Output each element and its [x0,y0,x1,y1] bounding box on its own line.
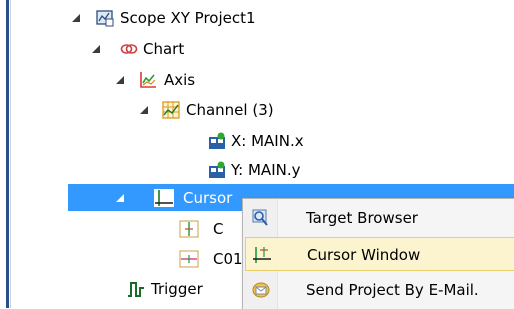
email-icon [251,281,271,299]
menu-item-target-browser[interactable]: Target Browser [245,201,514,235]
tree-node-channel[interactable]: Channel (3) [0,97,514,123]
tree-node-label: Chart [143,40,185,58]
menu-item-label: Send Project By E-Mail. [306,281,479,299]
menu-item-label: Target Browser [306,209,418,227]
tree-node-label: Scope XY Project1 [120,9,256,27]
chart-icon [120,40,138,58]
menu-item-send-project-email[interactable]: Send Project By E-Mail. [245,273,514,307]
cursor-x-icon [179,220,199,238]
tree-node-trigger[interactable]: Trigger [0,276,240,302]
collapse-arrow-icon[interactable] [115,67,127,93]
magnifier-icon [251,209,271,227]
tree-node-label: C [213,220,224,238]
cursor-y-icon [179,250,199,268]
collapse-arrow-icon[interactable] [115,185,127,211]
tree-node-label: Cursor [183,189,233,207]
context-menu: Target Browser Cursor Window Send Projec… [242,198,514,309]
tree-node-cursor-c01[interactable]: C01 [0,246,243,272]
axis-icon [139,71,157,89]
tree-node-y-variable[interactable]: Y: MAIN.y [0,157,514,183]
tree-node-axis[interactable]: Axis [0,67,514,93]
tree-node-label: Channel (3) [186,101,274,119]
collapse-arrow-icon[interactable] [139,97,151,123]
menu-item-label: Cursor Window [307,246,421,264]
tree-node-label: Y: MAIN.y [231,161,301,179]
cursor-icon [154,189,174,207]
tree-node-chart[interactable]: Chart [0,36,514,62]
scope-project-icon [96,9,114,27]
tree-node-project[interactable]: Scope XY Project1 [0,5,514,31]
collapse-arrow-icon[interactable] [91,36,103,62]
cursor-window-icon [252,246,272,264]
variable-icon [208,161,226,179]
menu-item-cursor-window[interactable]: Cursor Window [245,237,514,271]
collapse-arrow-icon[interactable] [71,5,83,31]
channel-icon [162,101,180,119]
tree-node-x-variable[interactable]: X: MAIN.x [0,128,514,154]
trigger-icon [127,280,145,298]
tree-node-label: Trigger [151,280,203,298]
variable-icon [208,132,226,150]
tree-node-label: Axis [164,71,196,89]
tree-node-label: X: MAIN.x [231,132,304,150]
tree-node-cursor-c[interactable]: C [0,216,240,242]
tree-node-label: C01 [213,250,243,268]
